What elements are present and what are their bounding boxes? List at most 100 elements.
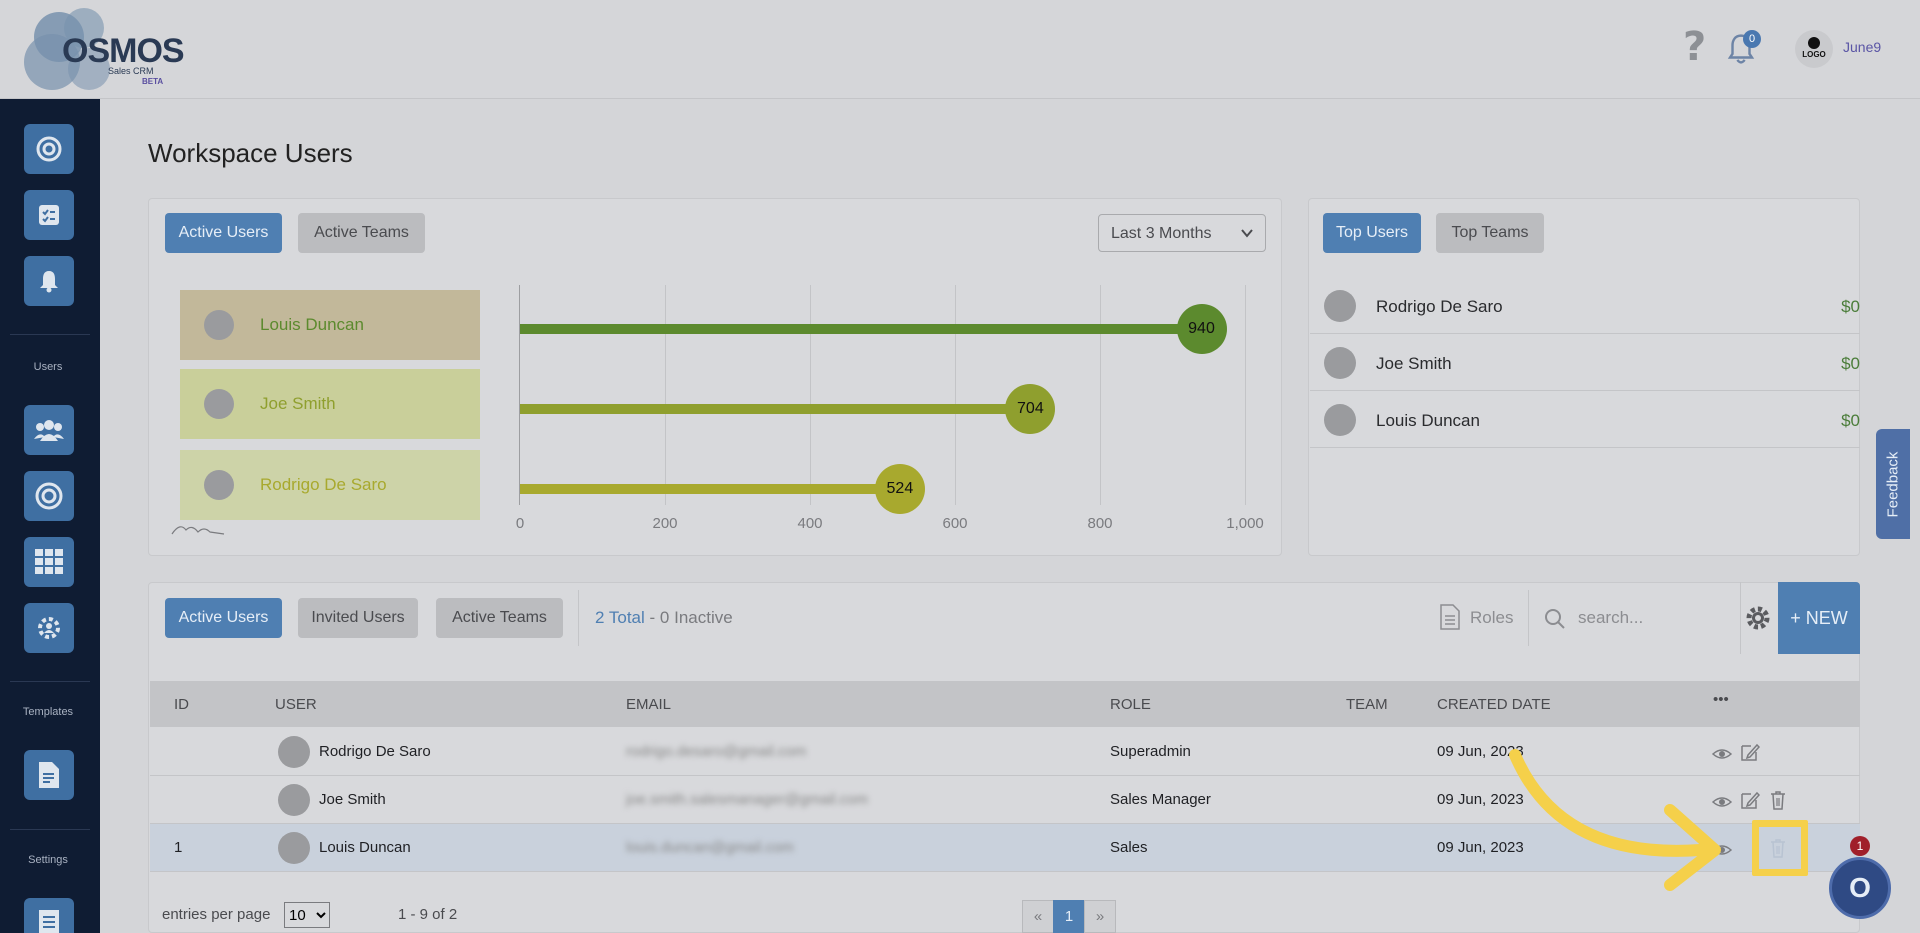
help-icon[interactable]: ? [1683, 24, 1706, 70]
username-link[interactable]: June9 [1843, 39, 1881, 55]
top-user-row[interactable]: Joe Smith $0 [1310, 335, 1860, 391]
entries-per-page-select[interactable]: 10 [284, 902, 330, 928]
sidebar: Users Templates Settings [0, 99, 100, 933]
x-tick-label: 800 [1087, 515, 1113, 532]
chart-gridline [810, 285, 811, 505]
page-title: Workspace Users [148, 138, 353, 168]
chart-data-label: 524 [874, 464, 925, 514]
tab-active-users-chart[interactable]: Active Users [165, 213, 282, 253]
chart-gridline [955, 285, 956, 505]
team-gear-icon [38, 617, 60, 639]
top-user-row[interactable]: Louis Duncan $0 [1310, 392, 1860, 448]
chart-row-label: Rodrigo De Saro [180, 450, 480, 520]
table-header: ID USER EMAIL ROLE TEAM CREATED DATE ••• [150, 681, 1860, 727]
column-header-team[interactable]: TEAM [1346, 696, 1388, 713]
entries-per-page-label: entries per page [162, 906, 271, 923]
feedback-tab[interactable]: Feedback [1876, 429, 1910, 539]
chart-bar[interactable] [520, 324, 1202, 334]
avatar [204, 389, 234, 419]
avatar [204, 470, 234, 500]
roles-label: Roles [1470, 608, 1514, 627]
gear-icon[interactable] [1744, 604, 1772, 632]
cell-role: Sales Manager [1110, 791, 1211, 808]
chart-gridline [1100, 285, 1101, 505]
tab-invited-users[interactable]: Invited Users [298, 598, 418, 638]
chat-widget-button[interactable]: O [1829, 857, 1891, 919]
search-icon [1545, 609, 1565, 629]
x-tick-label: 1,000 [1226, 515, 1264, 532]
osmos-logo[interactable]: OSMOS Sales CRM BETA [24, 8, 185, 90]
column-header-email[interactable]: EMAIL [626, 696, 671, 713]
tab-top-teams[interactable]: Top Teams [1436, 213, 1544, 253]
avatar [1324, 290, 1356, 322]
top-user-row[interactable]: Rodrigo De Saro $0 [1310, 278, 1860, 334]
toolbar-divider [578, 590, 579, 646]
pager-current[interactable]: 1 [1053, 900, 1085, 933]
cell-user: Joe Smith [319, 791, 386, 808]
x-tick-label: 400 [797, 515, 823, 532]
pager-next[interactable]: » [1084, 900, 1116, 933]
avatar [278, 784, 310, 816]
avatar [1324, 404, 1356, 436]
sparkline-icon [171, 526, 225, 535]
dashboard-nav-button[interactable] [24, 124, 74, 174]
period-select[interactable]: Last 3 Months [1098, 214, 1266, 252]
tasks-nav-button[interactable] [24, 190, 74, 240]
column-header-id[interactable]: ID [174, 696, 189, 713]
column-header-role[interactable]: ROLE [1110, 696, 1151, 713]
inactive-count[interactable]: 0 Inactive [660, 608, 733, 627]
avatar [278, 832, 310, 864]
templates-nav-button[interactable] [24, 750, 74, 800]
cell-role: Sales [1110, 839, 1148, 856]
settings-nav-button[interactable] [24, 898, 74, 933]
chart-data-label: 940 [1176, 304, 1227, 354]
column-header-user[interactable]: USER [275, 696, 317, 713]
top-user-amount: $0 [1841, 354, 1860, 373]
feedback-label: Feedback [1884, 451, 1902, 517]
chart-bar[interactable] [520, 404, 1031, 414]
search-input[interactable] [1578, 600, 1728, 636]
top-user-name: Rodrigo De Saro [1376, 297, 1503, 316]
tab-top-users[interactable]: Top Users [1323, 213, 1421, 253]
goals-nav-button[interactable] [24, 471, 74, 521]
total-count[interactable]: 2 Total [595, 608, 645, 627]
tab-active-users[interactable]: Active Users [165, 598, 282, 638]
sidebar-divider [10, 829, 90, 830]
x-tick-label: 0 [515, 515, 525, 532]
sidebar-section-settings: Settings [28, 854, 68, 866]
chat-icon: O [1849, 872, 1871, 903]
chart-bar[interactable] [520, 484, 900, 494]
tab-active-teams[interactable]: Active Teams [436, 598, 563, 638]
column-header-created-date[interactable]: CREATED DATE [1437, 696, 1551, 713]
top-user-amount: $0 [1841, 297, 1860, 316]
cell-email: joe.smith.salesmanager@gmail.com [626, 791, 868, 808]
new-user-button[interactable]: + NEW [1778, 582, 1860, 654]
grid-icon [35, 549, 63, 574]
avatar [204, 310, 234, 340]
chart-gridline [665, 285, 666, 505]
chart-row-name: Louis Duncan [260, 315, 364, 334]
chat-unread-badge: 1 [1850, 836, 1870, 856]
workspace-logo-avatar[interactable]: LOGO [1795, 30, 1833, 68]
users-nav-button[interactable] [24, 405, 74, 455]
pager-prev[interactable]: « [1022, 900, 1054, 933]
pagination-range: 1 - 9 of 2 [398, 906, 458, 923]
teams-nav-button[interactable] [24, 603, 74, 653]
chart-axis [519, 285, 520, 505]
more-options-icon[interactable]: ••• [1713, 691, 1729, 708]
reminder-bell-icon [40, 271, 58, 293]
chart-row-name: Rodrigo De Saro [260, 475, 387, 494]
sidebar-section-users: Users [33, 361, 63, 373]
sidebar-divider [10, 681, 90, 682]
roles-button[interactable]: Roles [1440, 604, 1520, 634]
avatar [1324, 347, 1356, 379]
chart-row-label: Joe Smith [180, 369, 480, 439]
tab-active-teams-chart[interactable]: Active Teams [298, 213, 425, 253]
cell-email: louis.duncan@gmail.com [626, 839, 794, 856]
cell-id: 1 [174, 839, 183, 856]
apps-nav-button[interactable] [24, 537, 74, 587]
target-icon [36, 136, 62, 162]
tutorial-arrow [1509, 749, 1721, 891]
reminders-nav-button[interactable] [24, 256, 74, 306]
toolbar-divider [1528, 590, 1529, 646]
